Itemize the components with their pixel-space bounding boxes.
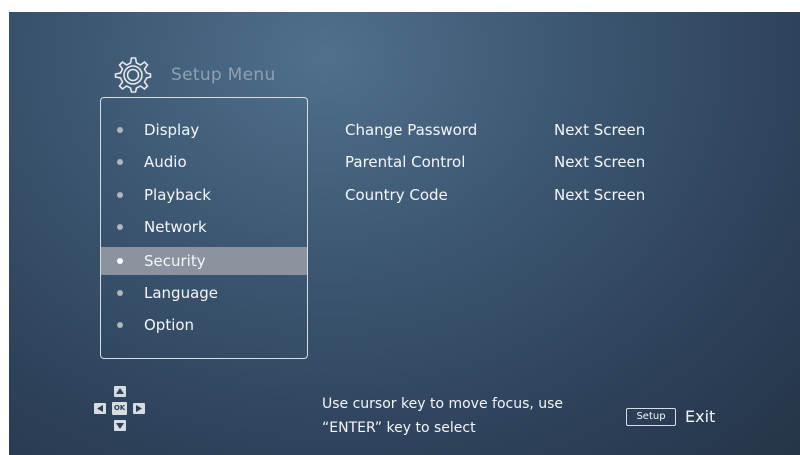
menu-item-security[interactable]: Security [101, 247, 307, 275]
menu-item-label: Network [144, 218, 207, 236]
setup-key-badge: Setup [626, 408, 676, 426]
setting-label: Country Code [345, 186, 448, 204]
setting-label: Parental Control [345, 153, 466, 171]
menu-item-label: Option [144, 316, 195, 334]
setup-screen: Setup Menu Display Audio Playback Networ… [9, 12, 800, 455]
menu-item-option[interactable]: Option [101, 311, 307, 339]
ok-key-icon: OK [112, 402, 127, 415]
arrow-down-icon [114, 420, 126, 431]
exit-label: Exit [685, 407, 716, 426]
setting-row-parental-control[interactable]: Parental Control Next Screen [345, 153, 645, 171]
menu-item-label: Display [144, 121, 200, 139]
setting-value: Next Screen [554, 186, 646, 204]
help-text: Use cursor key to move focus, use “ENTER… [322, 392, 563, 440]
bullet-icon [117, 322, 123, 328]
setting-row-country-code[interactable]: Country Code Next Screen [345, 186, 645, 204]
bullet-icon [117, 224, 123, 230]
setting-value: Next Screen [554, 121, 646, 139]
menu-item-network[interactable]: Network [101, 213, 307, 241]
help-text-line: Use cursor key to move focus, use [322, 396, 564, 412]
setting-value: Next Screen [554, 153, 646, 171]
navigation-keys-legend: OK [91, 385, 149, 433]
setting-row-change-password[interactable]: Change Password Next Screen [345, 121, 645, 139]
arrow-left-icon [94, 403, 106, 414]
setting-label: Change Password [345, 121, 478, 139]
menu-item-label: Language [144, 284, 219, 302]
bullet-icon [117, 159, 123, 165]
menu-item-playback[interactable]: Playback [101, 181, 307, 209]
gear-icon [114, 57, 152, 93]
setup-menu-list: Display Audio Playback Network Security … [100, 97, 308, 359]
help-text-line: “ENTER” key to select [322, 420, 476, 436]
menu-item-label: Audio [144, 153, 187, 171]
menu-item-display[interactable]: Display [101, 116, 307, 144]
menu-item-label: Security [144, 252, 206, 270]
page-title: Setup Menu [171, 65, 276, 85]
menu-item-audio[interactable]: Audio [101, 148, 307, 176]
bullet-icon [117, 258, 123, 264]
bullet-icon [117, 192, 123, 198]
arrow-up-icon [114, 386, 126, 397]
bullet-icon [117, 290, 123, 296]
menu-item-label: Playback [144, 186, 211, 204]
bullet-icon [117, 127, 123, 133]
arrow-right-icon [133, 403, 145, 414]
header: Setup Menu [113, 55, 276, 95]
menu-item-language[interactable]: Language [101, 279, 307, 307]
